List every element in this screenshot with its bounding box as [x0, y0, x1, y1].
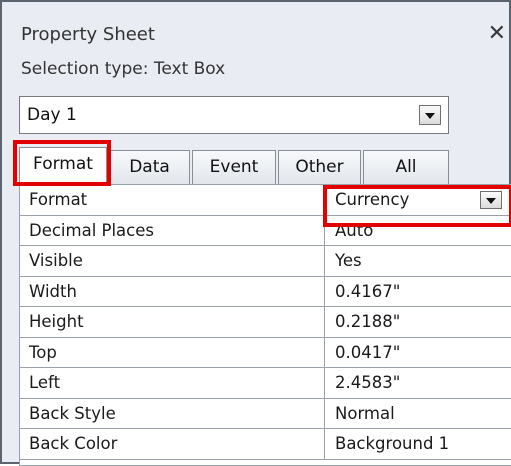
- property-value[interactable]: Yes: [325, 246, 511, 276]
- property-name: Left: [20, 368, 325, 398]
- object-selector-value: Day 1: [27, 105, 77, 125]
- property-row[interactable]: Width 0.4167": [20, 276, 511, 307]
- tab-event[interactable]: Event: [192, 150, 276, 184]
- property-name: Decimal Places: [20, 215, 325, 245]
- property-row[interactable]: Height 0.2188": [20, 307, 511, 338]
- property-value[interactable]: 0.0417": [325, 338, 511, 368]
- property-row[interactable]: Back Color Background 1: [20, 429, 511, 460]
- property-value[interactable]: Normal: [325, 399, 511, 429]
- property-value[interactable]: Background 1: [325, 429, 511, 459]
- property-name: Format: [20, 185, 325, 215]
- property-row[interactable]: Top 0.0417": [20, 337, 511, 368]
- property-row[interactable]: Decimal Places Auto: [20, 215, 511, 246]
- property-name: Visible: [20, 246, 325, 276]
- property-row[interactable]: Left 2.4583": [20, 368, 511, 399]
- property-name: Height: [20, 307, 325, 337]
- property-value[interactable]: 0.2188": [325, 307, 511, 337]
- property-name: Back Style: [20, 398, 325, 428]
- close-icon[interactable]: ✕: [488, 21, 506, 46]
- property-value[interactable]: 2.4583": [325, 368, 511, 398]
- chevron-down-icon[interactable]: [480, 191, 502, 209]
- panel-title: Property Sheet: [21, 24, 155, 45]
- chevron-down-icon[interactable]: [419, 105, 441, 125]
- property-value[interactable]: Auto: [325, 216, 511, 246]
- property-value[interactable]: 0.4167": [325, 277, 511, 307]
- tab-other[interactable]: Other: [278, 150, 361, 184]
- property-name: Top: [20, 337, 325, 367]
- tab-format[interactable]: Format: [19, 147, 107, 185]
- selection-type-label: Selection type: Text Box: [21, 59, 226, 79]
- property-value-text: Currency: [335, 190, 410, 209]
- property-row[interactable]: Back Style Normal: [20, 398, 511, 429]
- property-name: Width: [20, 276, 325, 306]
- tab-all[interactable]: All: [363, 150, 449, 184]
- property-row[interactable]: Visible Yes: [20, 246, 511, 277]
- property-sheet-panel: Property Sheet ✕ Selection type: Text Bo…: [0, 0, 511, 466]
- tab-data[interactable]: Data: [109, 150, 190, 184]
- property-name: Back Color: [20, 429, 325, 459]
- property-value[interactable]: Currency: [325, 185, 511, 215]
- property-grid: Format Currency Decimal Places Auto Visi…: [19, 184, 511, 466]
- property-row[interactable]: Format Currency: [20, 185, 511, 216]
- object-selector-combo[interactable]: Day 1: [19, 96, 449, 134]
